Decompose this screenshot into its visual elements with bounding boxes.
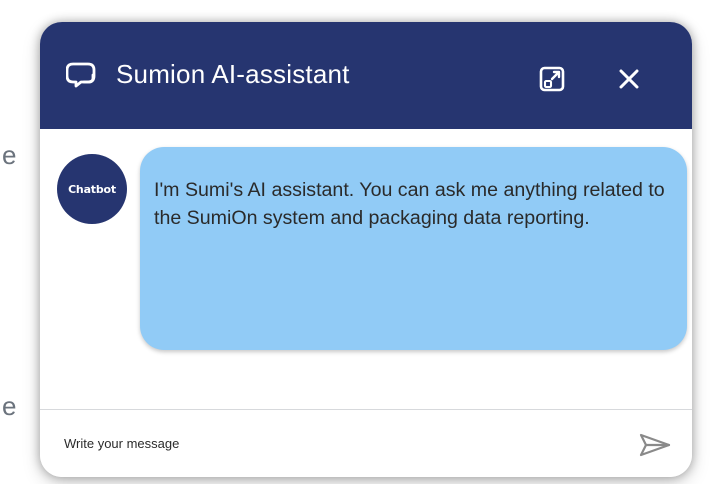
chat-window: Sumion AI-assistant Chatbot I'm Sumi's A… xyxy=(40,22,692,477)
expand-button[interactable] xyxy=(532,59,572,99)
background-text-fragment-top: e xyxy=(2,140,17,170)
chatbot-avatar: Chatbot xyxy=(57,154,127,224)
chat-bubbles-icon xyxy=(65,58,100,92)
close-icon xyxy=(619,69,639,89)
assistant-message-bubble: I'm Sumi's AI assistant. You can ask me … xyxy=(140,147,687,350)
message-input[interactable] xyxy=(64,425,604,461)
message-composer xyxy=(40,409,692,477)
page: e e Sumion AI-assistant Chatbot I'm Sumi… xyxy=(0,0,711,484)
background-text-fragment-bottom: e xyxy=(2,391,17,421)
chat-header: Sumion AI-assistant xyxy=(40,22,692,129)
close-button[interactable] xyxy=(609,59,649,99)
chat-title: Sumion AI-assistant xyxy=(116,59,350,89)
assistant-message-text: I'm Sumi's AI assistant. You can ask me … xyxy=(154,179,665,229)
expand-icon xyxy=(539,66,565,92)
send-icon xyxy=(639,433,671,457)
send-button[interactable] xyxy=(636,428,674,462)
chat-messages[interactable]: Chatbot I'm Sumi's AI assistant. You can… xyxy=(40,129,692,409)
